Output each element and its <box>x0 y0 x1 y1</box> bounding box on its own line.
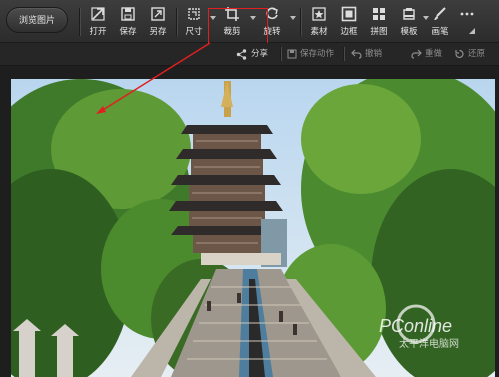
annotation-arrow <box>96 42 211 114</box>
